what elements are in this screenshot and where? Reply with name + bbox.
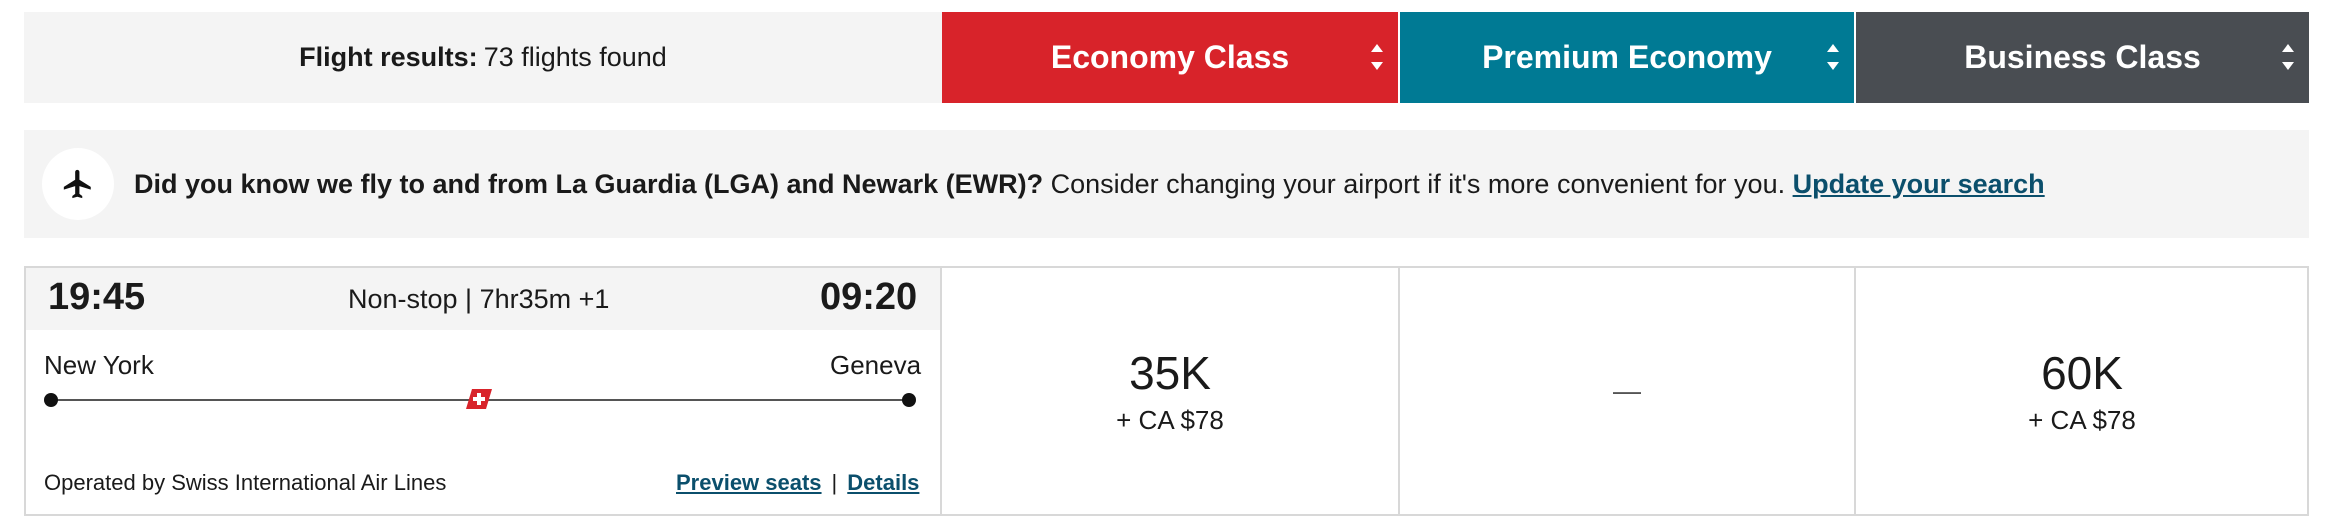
operator-text: Operated by Swiss International Air Line… [44, 470, 447, 495]
details-link[interactable]: Details [847, 470, 919, 495]
flight-links: Preview seats | Details [676, 470, 919, 496]
fare-unavailable: — [1613, 375, 1641, 406]
cabin-header-business[interactable]: Business Class [1854, 12, 2309, 103]
link-separator: | [831, 470, 838, 495]
update-search-link[interactable]: Update your search [1793, 169, 2045, 199]
sort-icon [1370, 42, 1384, 72]
sort-icon [1826, 42, 1840, 72]
swiss-tail-icon [466, 387, 492, 411]
fare-cell-business[interactable]: 60K + CA $78 [1856, 268, 2308, 514]
banner-text: Consider changing your airport if it's m… [1043, 168, 1793, 199]
banner-bold-text: Did you know we fly to and from La Guard… [134, 168, 1044, 199]
destination-city: Geneva [830, 350, 922, 380]
origin-dot [44, 393, 58, 407]
fare-points: 60K [2041, 346, 2123, 399]
fare-cell-premium-economy: — [1400, 268, 1854, 514]
cabin-label-business: Business Class [1964, 39, 2201, 75]
fare-cell-economy[interactable]: 35K + CA $78 [942, 268, 1398, 514]
results-label: Flight results: [299, 42, 478, 72]
results-summary: Flight results: 73 flights found [24, 12, 942, 103]
preview-seats-link[interactable]: Preview seats [676, 470, 822, 495]
arrival-time: 09:20 [820, 276, 918, 318]
fare-tax: + CA $78 [1116, 404, 1224, 435]
cabin-header-premium-economy[interactable]: Premium Economy [1398, 12, 1854, 103]
fare-points: 35K [1129, 346, 1211, 399]
results-count: 73 flights found [483, 42, 667, 72]
cabin-label-economy: Economy Class [1050, 39, 1290, 75]
fare-tax: + CA $78 [2028, 404, 2136, 435]
sort-icon [2281, 42, 2295, 72]
origin-city: New York [44, 350, 154, 380]
flight-duration: Non-stop | 7hr35m +1 [348, 284, 610, 314]
airport-info-banner: Did you know we fly to and from La Guard… [24, 130, 2309, 238]
destination-dot [902, 393, 916, 407]
cabin-label-premium-economy: Premium Economy [1482, 39, 1772, 75]
cabin-header-economy[interactable]: Economy Class [942, 12, 1398, 103]
banner-message: Did you know we fly to and from La Guard… [134, 169, 2045, 200]
plane-icon [42, 148, 114, 220]
departure-time: 19:45 [48, 276, 146, 318]
